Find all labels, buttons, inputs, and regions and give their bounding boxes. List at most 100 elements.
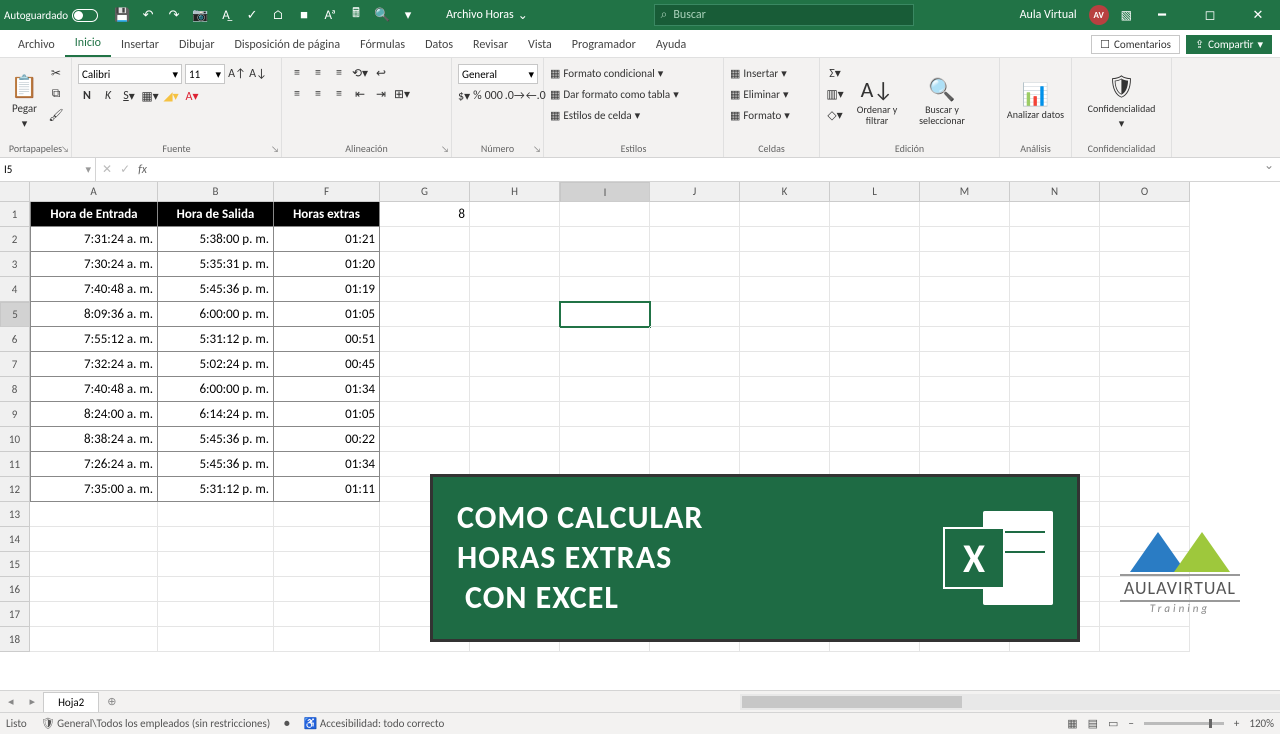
align-top-icon[interactable]: ≡ [288, 64, 306, 82]
cell[interactable] [1100, 202, 1190, 227]
cell[interactable]: 5:31:12 p. m. [158, 327, 274, 352]
cell[interactable] [830, 277, 920, 302]
column-headers[interactable]: ABFGHIJKLMNO [30, 182, 1190, 202]
sheet-nav-prev-icon[interactable]: ◂ [0, 695, 22, 708]
column-header[interactable]: O [1100, 182, 1190, 202]
cell[interactable] [30, 577, 158, 602]
row-header[interactable]: 1 [0, 202, 30, 227]
fill-icon[interactable]: ■ [296, 7, 312, 23]
row-header[interactable]: 9 [0, 402, 30, 427]
dialog-launcher-icon[interactable]: ↘ [271, 144, 279, 155]
column-header[interactable]: G [380, 182, 470, 202]
cell[interactable] [920, 202, 1010, 227]
cell[interactable] [470, 377, 560, 402]
autosum-icon[interactable]: Σ▾ [826, 64, 844, 82]
font-name-select[interactable]: Calibri▾ [78, 64, 182, 84]
cell[interactable] [380, 352, 470, 377]
cell[interactable] [1010, 327, 1100, 352]
tab-vista[interactable]: Vista [518, 33, 562, 57]
format-painter-icon[interactable]: 🖌 [47, 106, 65, 124]
user-name[interactable]: Aula Virtual [1020, 8, 1077, 22]
cell[interactable] [470, 402, 560, 427]
cell[interactable] [740, 302, 830, 327]
cell[interactable] [380, 427, 470, 452]
cell[interactable] [560, 352, 650, 377]
cell[interactable]: 01:05 [274, 302, 380, 327]
zoom-slider[interactable] [1144, 722, 1224, 725]
tab-programador[interactable]: Programador [562, 33, 646, 57]
cell[interactable] [650, 302, 740, 327]
cell[interactable] [740, 352, 830, 377]
zoom-in-button[interactable]: + [1234, 717, 1239, 730]
spreadsheet-grid[interactable]: ABFGHIJKLMNO 123456789101112131415161718… [0, 182, 1280, 690]
cell[interactable] [830, 302, 920, 327]
column-header[interactable]: H [470, 182, 560, 202]
cell[interactable] [380, 327, 470, 352]
align-center-icon[interactable]: ≡ [309, 85, 327, 103]
increase-font-icon[interactable]: A↑ [228, 65, 246, 83]
cell[interactable] [740, 227, 830, 252]
row-header[interactable]: 18 [0, 627, 30, 652]
cell[interactable] [920, 377, 1010, 402]
cell[interactable] [470, 227, 560, 252]
row-header[interactable]: 10 [0, 427, 30, 452]
cell[interactable]: 7:31:24 a. m. [30, 227, 158, 252]
tab-ayuda[interactable]: Ayuda [646, 33, 697, 57]
cell[interactable] [920, 252, 1010, 277]
minimize-button[interactable]: ━ [1144, 0, 1180, 30]
column-header[interactable]: L [830, 182, 920, 202]
cell[interactable] [560, 377, 650, 402]
column-header[interactable]: N [1010, 182, 1100, 202]
cell[interactable] [274, 577, 380, 602]
fill-series-icon[interactable]: ▥▾ [826, 85, 844, 103]
cell[interactable] [560, 327, 650, 352]
tab-archivo[interactable]: Archivo [8, 33, 65, 57]
calculator-icon[interactable]: 🖩 [348, 7, 364, 23]
column-header[interactable]: A [30, 182, 158, 202]
cell[interactable]: 5:31:12 p. m. [158, 477, 274, 502]
cell[interactable] [30, 502, 158, 527]
cell[interactable] [830, 377, 920, 402]
cell[interactable] [560, 402, 650, 427]
cell[interactable] [1100, 402, 1190, 427]
status-accessibility[interactable]: ♿ Accesibilidad: todo correcto [304, 717, 445, 730]
cell[interactable] [830, 402, 920, 427]
search-box[interactable]: ⌕ Buscar [654, 4, 914, 26]
cell[interactable] [560, 202, 650, 227]
zoom-out-button[interactable]: − [1128, 717, 1133, 730]
cell[interactable] [470, 252, 560, 277]
cell[interactable] [740, 277, 830, 302]
analyze-data-button[interactable]: 📊 Analizar datos [1006, 62, 1065, 140]
cell[interactable] [650, 352, 740, 377]
cell[interactable] [650, 402, 740, 427]
cell[interactable]: 5:45:36 p. m. [158, 452, 274, 477]
share-button[interactable]: ⇪ Compartir ▾ [1186, 35, 1272, 54]
cell[interactable] [920, 402, 1010, 427]
view-pagebreak-icon[interactable]: ▭ [1108, 717, 1118, 730]
clear-icon[interactable]: ◇▾ [826, 106, 844, 124]
tab-fórmulas[interactable]: Fórmulas [350, 33, 415, 57]
column-header[interactable]: B [158, 182, 274, 202]
enter-formula-icon[interactable]: ✓ [120, 162, 130, 177]
column-header[interactable]: K [740, 182, 830, 202]
cell[interactable] [650, 202, 740, 227]
cell[interactable] [274, 602, 380, 627]
cell[interactable] [470, 302, 560, 327]
cell[interactable]: 5:35:31 p. m. [158, 252, 274, 277]
align-left-icon[interactable]: ≡ [288, 85, 306, 103]
align-middle-icon[interactable]: ≡ [309, 64, 327, 82]
cell[interactable] [560, 427, 650, 452]
cell[interactable]: 01:19 [274, 277, 380, 302]
dialog-launcher-icon[interactable]: ↘ [533, 144, 541, 155]
cell[interactable] [158, 552, 274, 577]
cell[interactable] [830, 252, 920, 277]
cell[interactable] [560, 252, 650, 277]
cell[interactable] [650, 277, 740, 302]
cell[interactable] [1100, 277, 1190, 302]
avatar[interactable]: AV [1089, 5, 1109, 25]
cell[interactable] [380, 252, 470, 277]
cell[interactable]: 5:45:36 p. m. [158, 277, 274, 302]
cell[interactable] [274, 502, 380, 527]
row-header[interactable]: 6 [0, 327, 30, 352]
comma-icon[interactable]: 000 [485, 87, 503, 105]
